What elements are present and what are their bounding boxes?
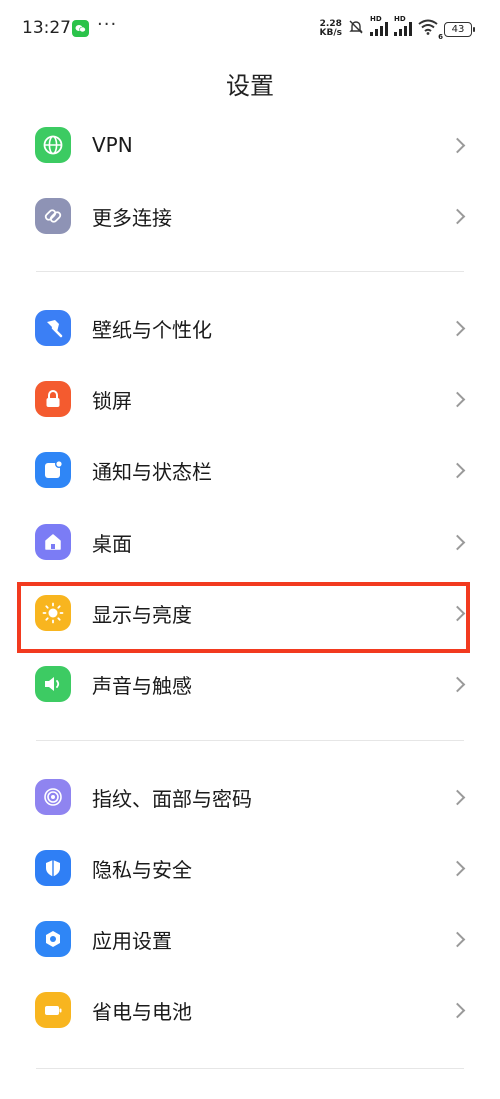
chevron-right-icon — [449, 931, 466, 947]
section-divider — [36, 740, 464, 741]
settings-item-desktop[interactable]: 桌面 — [0, 510, 500, 574]
notification-icon — [35, 452, 71, 488]
settings-item-more-connections[interactable]: 更多连接 — [0, 184, 500, 248]
settings-item-lock-screen[interactable]: 锁屏 — [0, 367, 500, 431]
highlight-box — [17, 582, 470, 653]
settings-item-vpn[interactable]: VPN — [0, 113, 500, 177]
app-settings-icon — [35, 921, 71, 957]
status-indicators: 2.28 KB/s HD HD 6 43 — [319, 15, 475, 41]
network-speed: 2.28 KB/s — [319, 19, 342, 38]
settings-item-label: 壁纸与个性化 — [92, 317, 212, 342]
settings-item-privacy[interactable]: 隐私与安全 — [0, 836, 500, 900]
settings-item-app-settings[interactable]: 应用设置 — [0, 907, 500, 971]
chevron-right-icon — [449, 208, 466, 224]
section-divider — [36, 271, 464, 272]
chevron-right-icon — [449, 320, 466, 336]
brush-icon — [35, 310, 71, 346]
signal-icon-sim1: HD — [370, 15, 388, 36]
link-icon — [35, 198, 71, 234]
wechat-notification-icon — [72, 20, 89, 37]
settings-item-label: 省电与电池 — [92, 999, 192, 1024]
settings-item-label: 桌面 — [92, 531, 132, 556]
section-divider — [36, 1068, 464, 1069]
chevron-right-icon — [449, 1002, 466, 1018]
settings-item-label: 指纹、面部与密码 — [92, 786, 252, 811]
chevron-right-icon — [449, 534, 466, 550]
lock-icon — [35, 381, 71, 417]
settings-item-notifications[interactable]: 通知与状态栏 — [0, 438, 500, 502]
battery-indicator: 43 — [444, 21, 475, 37]
more-notifications-icon: ··· — [97, 14, 118, 35]
settings-item-label: 通知与状态栏 — [92, 459, 212, 484]
chevron-right-icon — [449, 789, 466, 805]
settings-item-label: 声音与触感 — [92, 673, 192, 698]
fingerprint-icon — [35, 779, 71, 815]
settings-item-battery[interactable]: 省电与电池 — [0, 978, 500, 1042]
globe-icon — [35, 127, 71, 163]
settings-item-fingerprint[interactable]: 指纹、面部与密码 — [0, 765, 500, 829]
chevron-right-icon — [449, 137, 466, 153]
signal-icon-sim2: HD — [394, 15, 412, 36]
status-time: 13:27 — [22, 18, 71, 38]
wifi-icon: 6 — [418, 19, 443, 41]
chevron-right-icon — [449, 676, 466, 692]
settings-item-label: 锁屏 — [92, 388, 132, 413]
settings-item-label: 应用设置 — [92, 928, 172, 953]
chevron-right-icon — [449, 462, 466, 478]
speaker-icon — [35, 666, 71, 702]
chevron-right-icon — [449, 391, 466, 407]
settings-item-label: VPN — [92, 133, 133, 157]
settings-item-label: 更多连接 — [92, 205, 172, 230]
settings-item-wallpaper[interactable]: 壁纸与个性化 — [0, 296, 500, 360]
mute-bell-icon — [348, 19, 364, 39]
page-title: 设置 — [226, 72, 274, 100]
chevron-right-icon — [449, 860, 466, 876]
settings-item-sound[interactable]: 声音与触感 — [0, 652, 500, 716]
status-bar: 13:27 ··· 2.28 KB/s HD HD 6 43 — [0, 0, 500, 60]
shield-icon — [35, 850, 71, 886]
settings-item-label: 隐私与安全 — [92, 857, 192, 882]
home-icon — [35, 524, 71, 560]
battery-icon — [35, 992, 71, 1028]
